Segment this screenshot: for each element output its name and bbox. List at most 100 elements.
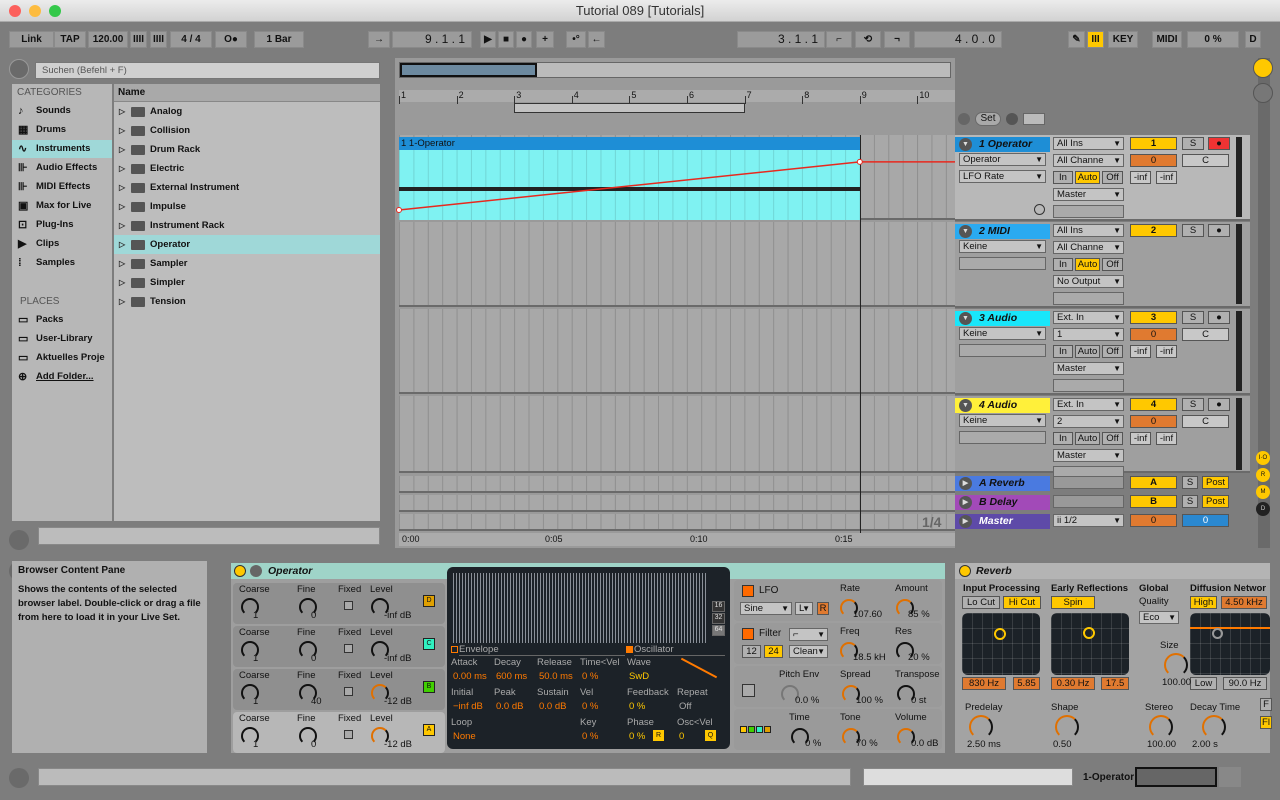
computer-midi-button[interactable]: III: [1087, 31, 1104, 48]
preview-toggle-icon[interactable]: [9, 530, 29, 550]
post-button[interactable]: Post: [1202, 476, 1229, 489]
oscillator-select-b[interactable]: B: [423, 681, 435, 693]
category-max-for-live[interactable]: ▣ Max for Live: [12, 197, 112, 215]
env-param-value[interactable]: 0.00 ms: [453, 671, 487, 682]
name-column-header[interactable]: Name: [114, 84, 380, 102]
browser-item[interactable]: ▷ Collision: [114, 121, 380, 140]
env-param-value[interactable]: 0 %: [582, 731, 598, 742]
expand-triangle-icon[interactable]: ▷: [119, 216, 125, 235]
in-q-value[interactable]: 5.85: [1013, 677, 1040, 690]
return-track-0[interactable]: ▶ A Reverb: [955, 476, 1050, 491]
arm-button[interactable]: ●: [1208, 311, 1230, 324]
solo-button[interactable]: S: [1182, 398, 1204, 411]
er-amount-value[interactable]: 17.5: [1101, 677, 1129, 690]
return-lane[interactable]: [399, 476, 955, 493]
expand-triangle-icon[interactable]: ▷: [119, 254, 125, 273]
browser-toggle-icon[interactable]: [9, 59, 29, 79]
track-activator-button[interactable]: A: [1130, 476, 1177, 489]
flat-button[interactable]: Fl: [1260, 716, 1272, 729]
monitor-off-button[interactable]: Off: [1102, 345, 1123, 358]
browser-item[interactable]: ▷ Electric: [114, 159, 380, 178]
zoom-button[interactable]: [49, 5, 61, 17]
next-locator-icon[interactable]: [1006, 113, 1018, 125]
midi-button[interactable]: MIDI: [1152, 31, 1182, 48]
device-chain-overview-2[interactable]: [1219, 767, 1241, 787]
track-activator-button[interactable]: 1: [1130, 137, 1177, 150]
device-chain-overview[interactable]: [1135, 767, 1217, 787]
expand-triangle-icon[interactable]: ▷: [119, 159, 125, 178]
overview-viewport[interactable]: [400, 63, 537, 77]
expand-triangle-icon[interactable]: ▷: [119, 292, 125, 311]
device-chooser[interactable]: Keine: [959, 240, 1046, 253]
output-channel-slot[interactable]: [1053, 205, 1124, 218]
monitor-in-button[interactable]: In: [1053, 258, 1073, 271]
device-on-icon[interactable]: [234, 565, 246, 577]
early-reflections-display[interactable]: [1051, 613, 1129, 675]
spectrum-view[interactable]: [453, 573, 708, 643]
fixed-checkbox[interactable]: [344, 730, 353, 739]
track-lane[interactable]: [399, 222, 955, 307]
osc-param-value[interactable]: SwD: [629, 671, 649, 682]
output-chooser[interactable]: Master: [1053, 188, 1124, 201]
filter-circuit-chooser[interactable]: Clean: [789, 645, 828, 658]
position-button[interactable]: 9 . 1 . 1: [392, 31, 472, 48]
track-name-3[interactable]: ▼ 3 Audio: [955, 311, 1050, 326]
predelay-knob[interactable]: [969, 715, 993, 739]
osc-param-value[interactable]: 0 %: [629, 701, 645, 712]
overdub-button[interactable]: +: [536, 31, 554, 48]
expand-triangle-icon[interactable]: ▷: [119, 235, 125, 254]
monitor-auto-button[interactable]: Auto: [1075, 258, 1100, 271]
toggle-d[interactable]: D: [1256, 502, 1270, 516]
key-button[interactable]: KEY: [1108, 31, 1138, 48]
nudge-up-button[interactable]: IIII: [150, 31, 167, 48]
envelope-tab[interactable]: Envelope: [459, 644, 625, 656]
track-activator-button[interactable]: 4: [1130, 398, 1177, 411]
clip[interactable]: 1 1-Operator: [399, 137, 860, 220]
tempo-button[interactable]: 120.00: [88, 31, 128, 48]
category-sounds[interactable]: ♪ Sounds: [12, 102, 112, 120]
spectrum-zoom-64[interactable]: 64: [712, 625, 725, 636]
low-freq[interactable]: 90.0 Hz: [1223, 677, 1267, 690]
input-channel-chooser[interactable]: 1: [1053, 328, 1124, 341]
category-audio-effects[interactable]: ⊪ Audio Effects: [12, 159, 112, 177]
category-plug-ins[interactable]: ⊡ Plug-Ins: [12, 216, 112, 234]
fixed-checkbox[interactable]: [344, 644, 353, 653]
loop-start-button[interactable]: 3 . 1 . 1: [737, 31, 825, 48]
input-type-chooser[interactable]: Ext. In: [1053, 398, 1124, 411]
output-chooser[interactable]: No Output: [1053, 275, 1124, 288]
place-0[interactable]: ▭ Packs: [12, 311, 112, 329]
pitch-env-toggle[interactable]: [742, 684, 755, 697]
env-param-value[interactable]: 0 %: [582, 671, 598, 682]
expand-triangle-icon[interactable]: ▷: [119, 178, 125, 197]
track-lane[interactable]: [399, 396, 955, 473]
in-freq-value[interactable]: 830 Hz: [962, 677, 1006, 690]
env-param-value[interactable]: 50.0 ms: [539, 671, 573, 682]
punch-in-button[interactable]: ⌐: [826, 31, 852, 48]
browser-item[interactable]: ▷ Sampler: [114, 254, 380, 273]
automation-slot[interactable]: [959, 257, 1046, 270]
io-slot[interactable]: [1053, 495, 1124, 508]
solo-button[interactable]: S: [1182, 137, 1204, 150]
monitor-off-button[interactable]: Off: [1102, 171, 1123, 184]
quantize-button[interactable]: Q: [705, 730, 716, 741]
oscillator-select-a[interactable]: A: [423, 724, 435, 736]
output-channel-slot[interactable]: [1053, 379, 1124, 392]
monitor-in-button[interactable]: In: [1053, 432, 1073, 445]
osc-param-value[interactable]: 0 %: [629, 731, 645, 742]
expand-triangle-icon[interactable]: ▷: [119, 140, 125, 159]
set-locator-prev[interactable]: [958, 113, 970, 125]
quantize-button[interactable]: 1 Bar: [254, 31, 304, 48]
arrangement-view-icon[interactable]: [1253, 83, 1273, 103]
monitor-off-button[interactable]: Off: [1102, 258, 1123, 271]
return-track-1[interactable]: ▶ B Delay: [955, 495, 1050, 510]
expand-triangle-icon[interactable]: ▷: [119, 197, 125, 216]
fixed-checkbox[interactable]: [344, 687, 353, 696]
master-volume[interactable]: 0: [1130, 514, 1177, 527]
oscillator-tab[interactable]: Oscillator: [634, 644, 725, 656]
track-activator-button[interactable]: 2: [1130, 224, 1177, 237]
playhead[interactable]: [859, 135, 861, 534]
filter-toggle[interactable]: [742, 628, 754, 640]
pan-knob[interactable]: C: [1182, 154, 1229, 167]
return-lane[interactable]: [399, 514, 955, 531]
input-channel-chooser[interactable]: All Channe: [1053, 241, 1124, 254]
